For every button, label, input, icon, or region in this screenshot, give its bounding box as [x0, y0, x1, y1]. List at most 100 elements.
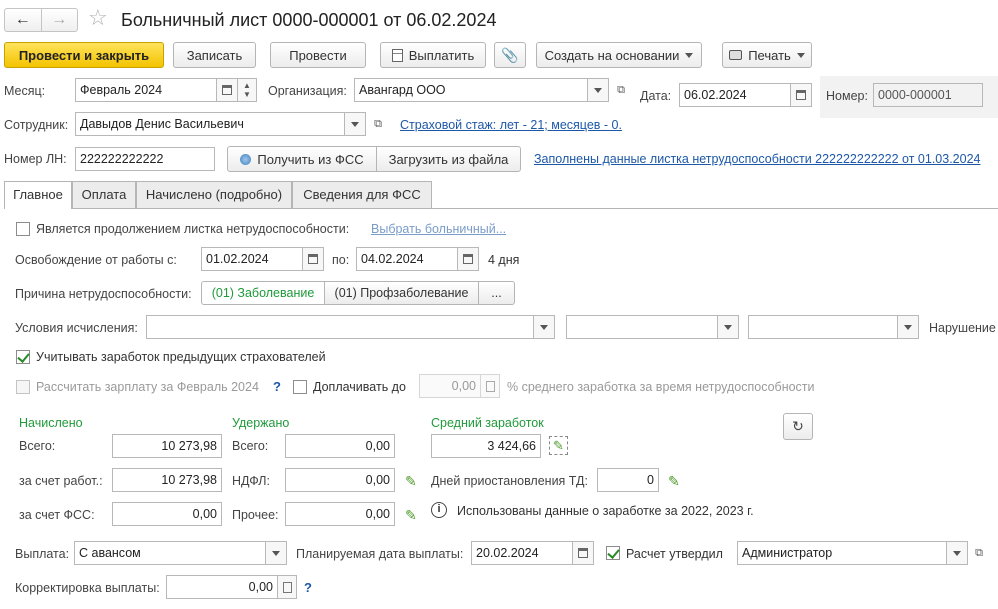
- get-from-fss-button[interactable]: Получить из ФСС: [227, 146, 377, 172]
- reason-more-option[interactable]: ...: [478, 281, 515, 305]
- pencil-icon[interactable]: ✎: [668, 473, 680, 489]
- fss-icon: [240, 153, 252, 165]
- reason-disease-option[interactable]: (01) Заболевание: [201, 281, 325, 305]
- month-stepper[interactable]: ▲ ▼: [237, 78, 257, 102]
- approved-label: Расчет утвердил: [626, 547, 723, 561]
- withheld-ndfl-field[interactable]: 0,00: [285, 468, 395, 492]
- planned-date-field[interactable]: 20.02.2024: [471, 541, 573, 565]
- pay-extra-field[interactable]: 0,00: [419, 374, 481, 398]
- payment-label: Выплата:: [15, 547, 70, 561]
- conditions-field-2[interactable]: [566, 315, 718, 339]
- save-button[interactable]: Записать: [173, 42, 256, 68]
- withheld-total-field[interactable]: 0,00: [285, 434, 395, 458]
- pay-button[interactable]: Выплатить: [380, 42, 486, 68]
- load-from-file-button[interactable]: Загрузить из файла: [376, 146, 521, 172]
- ln-number-field[interactable]: 222222222222: [75, 147, 215, 171]
- approved-by-field[interactable]: Администратор: [737, 541, 947, 565]
- continuation-checkbox[interactable]: [16, 222, 30, 236]
- calendar-icon: [222, 85, 232, 95]
- date-label: Дата:: [640, 89, 672, 103]
- calendar-icon: [463, 254, 473, 264]
- post-button[interactable]: Провести: [270, 42, 366, 68]
- tab-main[interactable]: Главное: [4, 181, 72, 209]
- pencil-icon[interactable]: ✎: [405, 473, 417, 489]
- chevron-down-icon: [724, 324, 732, 330]
- average-heading: Средний заработок: [431, 416, 544, 430]
- open-icon: ⧉: [975, 546, 983, 559]
- refresh-button[interactable]: ↻: [783, 413, 813, 440]
- consider-prev-employers-checkbox[interactable]: [16, 350, 30, 364]
- edit-average-icon[interactable]: ✎: [549, 436, 568, 455]
- chevron-down-icon: [351, 121, 359, 127]
- accrued-fss-field[interactable]: 0,00: [112, 502, 222, 526]
- organization-dropdown-button[interactable]: [587, 78, 609, 102]
- pencil-icon[interactable]: ✎: [405, 507, 417, 523]
- conditions-field-3[interactable]: [748, 315, 898, 339]
- date-field[interactable]: 06.02.2024: [679, 83, 791, 107]
- tab-payment[interactable]: Оплата: [72, 181, 136, 208]
- chevron-down-icon: [272, 550, 280, 556]
- conditions-field-1[interactable]: [146, 315, 534, 339]
- employee-dropdown-button[interactable]: [344, 112, 366, 136]
- insurance-experience-link[interactable]: Страховой стаж: лет - 21; месяцев - 0.: [400, 117, 622, 133]
- tab-accrued-detailed[interactable]: Начислено (подробно): [136, 181, 292, 208]
- pay-extra-suffix: % среднего заработка за время нетрудоспо…: [507, 380, 815, 394]
- number-field[interactable]: 0000-000001: [873, 83, 983, 107]
- accrued-total-label: Всего:: [19, 439, 56, 453]
- document-icon: [391, 48, 403, 62]
- withheld-ndfl-label: НДФЛ:: [232, 474, 270, 488]
- correction-field[interactable]: 0,00: [166, 575, 278, 599]
- withheld-other-field[interactable]: 0,00: [285, 502, 395, 526]
- planned-date-calendar-button[interactable]: [572, 541, 594, 565]
- accrued-total-field[interactable]: 10 273,98: [112, 434, 222, 458]
- attach-button[interactable]: 📎: [494, 42, 526, 68]
- chevron-down-icon: [540, 324, 548, 330]
- star-icon[interactable]: ☆: [88, 6, 108, 30]
- employee-open-button[interactable]: ⧉: [367, 112, 389, 136]
- calculator-icon: [485, 380, 495, 392]
- accrued-heading: Начислено: [19, 416, 83, 430]
- forward-button[interactable]: →: [42, 9, 78, 31]
- calc-salary-checkbox[interactable]: [16, 380, 30, 394]
- average-info-text: Использованы данные о заработке за 2022,…: [457, 504, 754, 518]
- chevron-down-icon: [904, 324, 912, 330]
- print-button[interactable]: Печать: [722, 42, 812, 68]
- reason-occupational-option[interactable]: (01) Профзаболевание: [324, 281, 479, 305]
- open-icon: ⧉: [374, 117, 382, 130]
- help-icon[interactable]: ?: [273, 379, 281, 395]
- correction-calculator-button[interactable]: [277, 575, 297, 599]
- approved-checkbox[interactable]: [606, 546, 620, 560]
- back-button[interactable]: ←: [5, 9, 42, 31]
- create-based-on-button[interactable]: Создать на основании: [536, 42, 702, 68]
- release-from-label: Освобождение от работы с:: [15, 253, 177, 267]
- conditions-dropdown-3[interactable]: [897, 315, 919, 339]
- month-field[interactable]: Февраль 2024: [75, 78, 217, 102]
- suspension-days-field[interactable]: 0: [597, 468, 659, 492]
- release-from-field[interactable]: 01.02.2024: [201, 247, 303, 271]
- accrued-employer-field[interactable]: 10 273,98: [112, 468, 222, 492]
- release-to-calendar-button[interactable]: [457, 247, 479, 271]
- date-calendar-button[interactable]: [790, 83, 812, 107]
- approved-by-open-button[interactable]: ⧉: [968, 541, 990, 565]
- filled-data-link[interactable]: Заполнены данные листка нетрудоспособнос…: [534, 151, 980, 167]
- organization-field[interactable]: Авангард ООО: [354, 78, 588, 102]
- conditions-dropdown-1[interactable]: [533, 315, 555, 339]
- approved-by-dropdown-button[interactable]: [946, 541, 968, 565]
- organization-open-button[interactable]: ⧉: [610, 78, 632, 102]
- printer-icon: [729, 50, 743, 60]
- payment-dropdown-button[interactable]: [265, 541, 287, 565]
- refresh-icon: ↻: [792, 418, 804, 434]
- post-and-close-button[interactable]: Провести и закрыть: [4, 42, 164, 68]
- help-icon[interactable]: ?: [304, 580, 312, 596]
- release-to-field[interactable]: 04.02.2024: [356, 247, 458, 271]
- release-from-calendar-button[interactable]: [302, 247, 324, 271]
- employee-field[interactable]: Давыдов Денис Васильевич: [75, 112, 345, 136]
- tab-fss-info[interactable]: Сведения для ФСС: [292, 181, 432, 208]
- payment-field[interactable]: С авансом: [74, 541, 266, 565]
- pay-extra-calculator-button[interactable]: [480, 374, 500, 398]
- average-field[interactable]: 3 424,66: [431, 434, 541, 458]
- pay-extra-checkbox[interactable]: [293, 380, 307, 394]
- conditions-dropdown-2[interactable]: [717, 315, 739, 339]
- month-calendar-button[interactable]: [216, 78, 238, 102]
- select-sick-leave-link[interactable]: Выбрать больничный...: [371, 221, 506, 237]
